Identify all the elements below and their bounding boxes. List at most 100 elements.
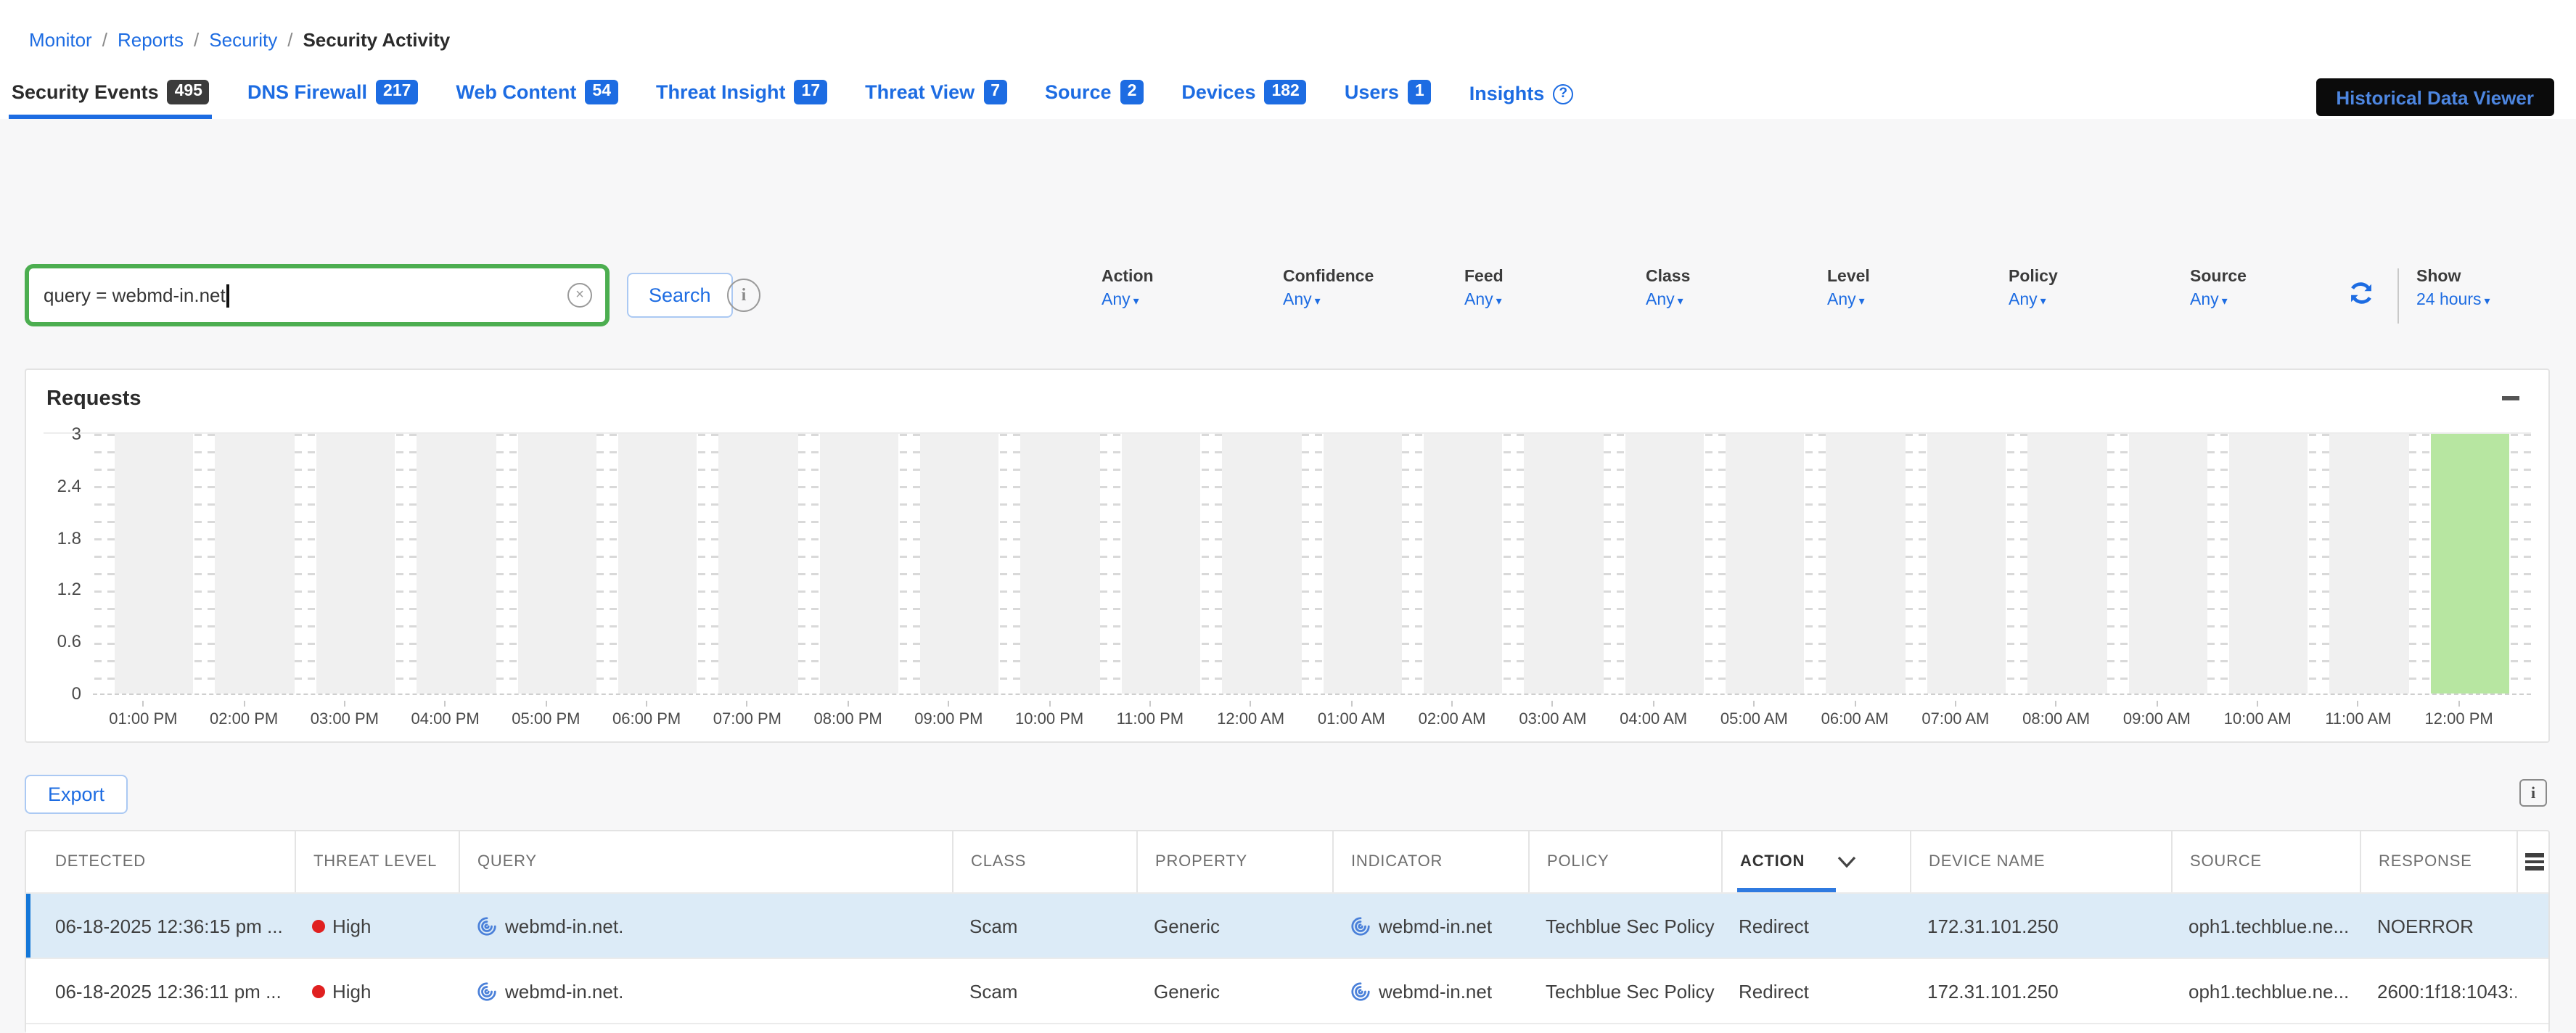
chart-hour-cell [93, 434, 194, 694]
export-button[interactable]: Export [25, 775, 128, 814]
chart-hour-cell [999, 434, 1100, 694]
filter-label: Policy [2009, 268, 2190, 286]
column-header-device-name[interactable]: DEVICE NAME [1910, 831, 2171, 892]
refresh-icon[interactable] [2345, 277, 2377, 309]
column-header-policy[interactable]: POLICY [1528, 831, 1721, 892]
filter-policy: Policy Any▾ [2009, 268, 2190, 309]
tab-count-badge: 1 [1408, 80, 1432, 104]
help-question-icon[interactable] [1553, 83, 1573, 104]
events-table: DETECTED THREAT LEVEL QUERY CLASS PROPER… [25, 830, 2550, 1033]
chart-hour-cell [295, 434, 395, 694]
filter-value: Any [1827, 292, 1856, 309]
tab-insights[interactable]: Insights [1467, 83, 1577, 119]
breadcrumb-link-reports[interactable]: Reports [118, 29, 184, 51]
breadcrumb-link-monitor[interactable]: Monitor [29, 29, 92, 51]
threat-indicator-icon [1350, 915, 1371, 937]
dropdown-caret-icon: ▾ [1496, 295, 1502, 308]
cell-query: webmd-in.net. [459, 915, 952, 937]
filter-source-dropdown[interactable]: Any▾ [2190, 292, 2371, 309]
search-info-icon[interactable] [727, 279, 760, 312]
column-header-action[interactable]: ACTION [1721, 831, 1910, 892]
breadcrumb-separator: / [102, 29, 107, 51]
cell-action: Redirect [1721, 980, 1910, 1002]
threat-indicator-icon [476, 915, 498, 937]
table-row[interactable]: 06-18-2025 12:36:11 pm ... High webmd-in… [26, 1023, 2548, 1033]
column-header-query[interactable]: QUERY [459, 831, 952, 892]
filter-label: Confidence [1283, 268, 1464, 286]
tab-label: Devices [1181, 81, 1255, 103]
chart-x-tick-label: 12:00 PM [2408, 701, 2509, 728]
chart-y-tick-label: 2.4 [57, 476, 81, 496]
requests-panel: Requests 32.41.81.20.60 01:00 PM02:00 PM… [25, 369, 2550, 743]
show-range-dropdown[interactable]: 24 hours▾ [2416, 292, 2506, 309]
cell-source: oph1.techblue.ne... [2171, 915, 2360, 937]
tab-web-content[interactable]: Web Content 54 [453, 80, 621, 119]
column-header-indicator[interactable]: INDICATOR [1332, 831, 1528, 892]
search-input[interactable]: query = webmd-in.net [29, 268, 567, 322]
filter-confidence-dropdown[interactable]: Any▾ [1283, 292, 1464, 309]
tab-dns-firewall[interactable]: DNS Firewall 217 [245, 80, 421, 119]
breadcrumb-separator: / [287, 29, 292, 51]
threat-level-high-dot-icon [312, 919, 325, 932]
cell-policy: Techblue Sec Policy [1528, 915, 1721, 937]
column-header-threat-level[interactable]: THREAT LEVEL [295, 831, 459, 892]
column-header-source[interactable]: SOURCE [2171, 831, 2360, 892]
cell-device-name: 172.31.101.250 [1910, 915, 2171, 937]
search-input-focused-frame: query = webmd-in.net [25, 264, 610, 326]
cell-class: Scam [952, 915, 1136, 937]
column-header-class[interactable]: CLASS [952, 831, 1136, 892]
clear-search-icon[interactable] [567, 283, 592, 308]
tab-devices[interactable]: Devices 182 [1178, 80, 1309, 119]
tab-threat-view[interactable]: Threat View 7 [862, 80, 1010, 119]
column-header-response[interactable]: RESPONSE [2360, 831, 2516, 892]
chart-x-tick-label: 12:00 AM [1200, 701, 1301, 728]
filter-class-dropdown[interactable]: Any▾ [1646, 292, 1827, 309]
filter-label: Level [1827, 268, 2009, 286]
search-query-text: query = webmd-in.net [44, 284, 226, 306]
chart-x-tick-label: 10:00 AM [2207, 701, 2308, 728]
table-row[interactable]: 06-18-2025 12:36:15 pm ... High webmd-in… [26, 892, 2548, 958]
historical-data-viewer-button[interactable]: Historical Data Viewer [2315, 78, 2554, 116]
collapse-panel-icon[interactable] [2502, 396, 2519, 400]
breadcrumb-separator: / [194, 29, 199, 51]
tab-users[interactable]: Users 1 [1342, 80, 1435, 119]
dropdown-caret-icon: ▾ [1315, 295, 1321, 308]
chart-hour-cell [1704, 434, 1805, 694]
table-info-icon[interactable] [2519, 779, 2547, 807]
chart-x-tick-label: 09:00 AM [2107, 701, 2207, 728]
filter-value: Any [2009, 292, 2038, 309]
chart-hour-cell [1100, 434, 1201, 694]
tab-label: Web Content [456, 81, 576, 103]
tab-security-events[interactable]: Security Events 495 [9, 80, 213, 119]
cell-query: webmd-in.net. [459, 980, 952, 1002]
chart-hour-cell [2308, 434, 2409, 694]
filter-label: Action [1102, 268, 1283, 286]
tab-count-badge: 17 [795, 80, 828, 104]
filter-policy-dropdown[interactable]: Any▾ [2009, 292, 2190, 309]
filter-show: Show 24 hours▾ [2416, 268, 2506, 309]
chart-hour-cell [1402, 434, 1503, 694]
chart-x-tick-label: 05:00 PM [496, 701, 596, 728]
breadcrumb-link-security[interactable]: Security [209, 29, 277, 51]
dropdown-caret-icon: ▾ [2222, 295, 2228, 308]
chevron-down-icon [1837, 856, 1855, 868]
chart-x-tick-label: 09:00 PM [898, 701, 999, 728]
filter-feed-dropdown[interactable]: Any▾ [1464, 292, 1646, 309]
chart-x-tick-label: 11:00 AM [2308, 701, 2409, 728]
column-header-detected[interactable]: DETECTED [26, 831, 295, 892]
chart-y-tick-label: 1.8 [57, 527, 81, 548]
chart-x-tick-label: 02:00 PM [194, 701, 295, 728]
table-row[interactable]: 06-18-2025 12:36:11 pm ... High webmd-in… [26, 958, 2548, 1023]
column-header-property[interactable]: PROPERTY [1136, 831, 1332, 892]
column-header-label: ACTION [1740, 853, 1805, 871]
search-button[interactable]: Search [627, 273, 733, 318]
chart-x-tick-label: 01:00 PM [93, 701, 194, 728]
filter-action-dropdown[interactable]: Any▾ [1102, 292, 1283, 309]
filter-confidence: Confidence Any▾ [1283, 268, 1464, 309]
chart-x-tick-label: 02:00 AM [1402, 701, 1503, 728]
chart-hour-cell [898, 434, 999, 694]
table-menu-icon[interactable] [2525, 850, 2544, 873]
filter-level-dropdown[interactable]: Any▾ [1827, 292, 2009, 309]
tab-threat-insight[interactable]: Threat Insight 17 [653, 80, 830, 119]
tab-source[interactable]: Source 2 [1042, 80, 1147, 119]
